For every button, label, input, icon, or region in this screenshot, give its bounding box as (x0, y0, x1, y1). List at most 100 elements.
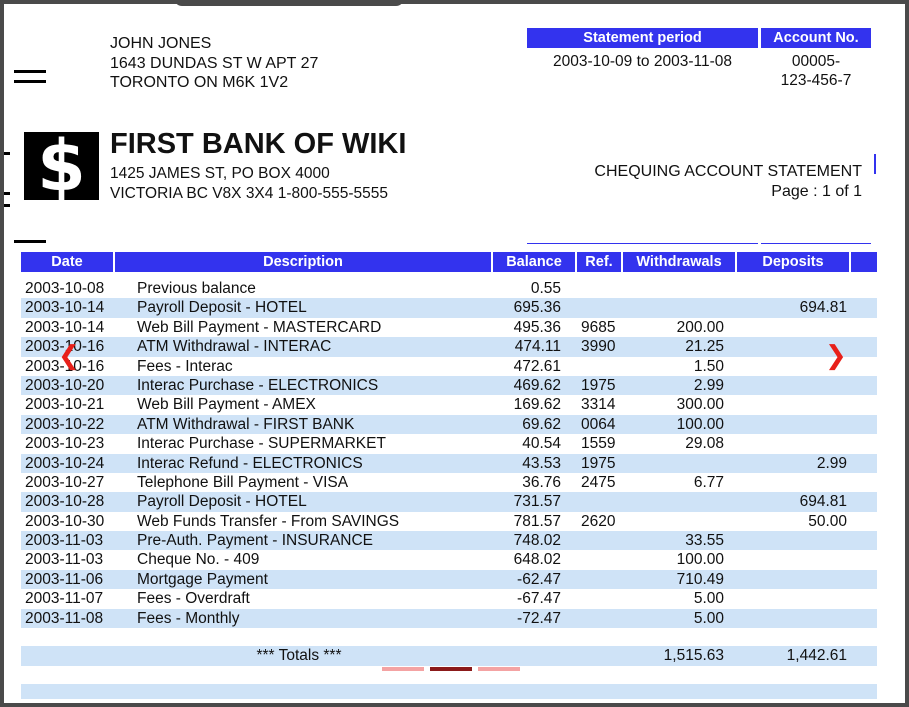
bank-address: 1425 JAMES ST, PO BOX 4000 VICTORIA BC V… (110, 164, 388, 203)
cell-balance: 474.11 (514, 338, 561, 356)
cell-balance: 69.62 (522, 415, 561, 433)
cell-balance: 495.36 (513, 318, 561, 336)
cell-deposits: 2.99 (816, 454, 847, 472)
table-row: 2003-11-03 Cheque No. - 409 648.02 100.00 (21, 550, 877, 569)
chevron-right-icon[interactable]: ❯ (825, 342, 847, 368)
cell-balance: 40.54 (522, 435, 561, 453)
cell-description: Previous balance (137, 280, 256, 297)
totals-deposits: 1,442.61 (786, 647, 847, 664)
page-dot[interactable] (382, 667, 424, 671)
statement-period-header: Statement period (527, 28, 758, 48)
cell-description: Fees - Overdraft (137, 590, 250, 608)
cell-balance: 36.76 (522, 473, 561, 491)
cell-date: 2003-11-06 (25, 570, 104, 588)
cell-balance: 43.53 (522, 454, 561, 472)
cell-withdrawals: 21.25 (685, 338, 724, 356)
cell-balance: 648.02 (513, 551, 561, 569)
totals-withdrawals: 1,515.63 (663, 647, 724, 664)
cell-date: 2003-10-08 (25, 280, 105, 297)
column-header-deposits: Deposits (762, 254, 824, 270)
transactions-table-body: 2003-10-08 Previous balance 0.55 2003-10-14… (21, 279, 877, 629)
cell-date: 2003-10-20 (25, 376, 105, 394)
cell-ref: 1975 (581, 454, 616, 472)
bank-address-line1: 1425 JAMES ST, PO BOX 4000 (110, 165, 330, 182)
cell-description: ATM Withdrawal - INTERAC (137, 338, 332, 356)
cell-description: Payroll Deposit - HOTEL (137, 493, 307, 511)
cell-deposits: 694.81 (799, 299, 847, 317)
cell-date: 2003-10-14 (25, 299, 105, 317)
cell-date: 2003-10-14 (25, 318, 105, 336)
bank-name: FIRST BANK OF WIKI (110, 128, 407, 160)
cell-description: Web Funds Transfer - From SAVINGS (137, 512, 400, 530)
cell-ref: 1559 (581, 435, 616, 453)
customer-city: TORONTO ON M6K 1V2 (110, 74, 289, 91)
page-indicator: Page : 1 of 1 (771, 183, 862, 200)
fold-mark (4, 204, 10, 207)
page-dot[interactable] (430, 667, 472, 671)
table-row: 2003-11-06 Mortgage Payment -62.47 710.49 (21, 569, 877, 590)
table-row: 2003-11-03 Pre-Auth. Payment - INSURANCE 7… (21, 531, 877, 551)
fold-mark (14, 70, 46, 73)
cell-balance: -72.47 (517, 609, 561, 627)
cell-date: 2003-10-28 (25, 493, 105, 511)
table-row: 2003-10-22 ATM Withdrawal - FIRST BANK 69.… (21, 414, 877, 435)
cell-date: 2003-11-08 (25, 609, 104, 627)
table-row: 2003-10-14 Payroll Deposit - HOTEL 695.36 6… (21, 298, 877, 318)
customer-street: 1643 DUNDAS ST W APT 27 (110, 54, 319, 72)
cell-ref: 3990 (581, 338, 616, 356)
cell-withdrawals: 5.00 (693, 609, 724, 627)
cell-date: 2003-10-30 (25, 512, 105, 530)
bank-logo: $ (24, 126, 99, 206)
cell-description: Interac Refund - ELECTRONICS (137, 454, 363, 472)
totals-row: *** Totals *** 1,515.63 1,442.61 (21, 646, 877, 666)
cell-withdrawals: 200.00 (676, 318, 724, 336)
table-row: 2003-10-23 Interac Purchase - SUPERMARKET… (21, 434, 877, 453)
cell-withdrawals: 1.50 (693, 357, 724, 375)
column-header-ref: Ref. (585, 254, 613, 270)
cell-date: 2003-10-24 (25, 454, 105, 472)
table-row: 2003-10-20 Interac Purchase - ELECTRONICS… (21, 375, 877, 396)
cell-description: Fees - Interac (137, 357, 233, 375)
cell-date: 2003-10-22 (25, 415, 105, 433)
cell-ref: 2475 (581, 473, 616, 491)
chevron-left-icon[interactable]: ❮ (58, 342, 80, 368)
table-row: 2003-11-07 Fees - Overdraft -67.47 5.00 (21, 589, 877, 608)
fold-mark (4, 152, 10, 155)
fold-mark (4, 192, 10, 195)
viewer-top-handle (174, 4, 404, 6)
cell-description: Telephone Bill Payment - VISA (137, 473, 349, 491)
page-dot[interactable] (478, 667, 520, 671)
cell-withdrawals: 33.55 (685, 532, 724, 550)
cell-withdrawals: 29.08 (685, 435, 724, 453)
table-row: 2003-10-28 Payroll Deposit - HOTEL 731.57 6… (21, 492, 877, 512)
cell-description: Web Bill Payment - MASTERCARD (137, 318, 382, 336)
fold-mark (14, 240, 46, 243)
header-rule (761, 243, 871, 244)
cell-ref: 2620 (581, 512, 616, 530)
table-row: 2003-10-16 Fees - Interac 472.61 1.50 (21, 357, 877, 376)
customer-name: JOHN JONES (110, 35, 212, 52)
column-header-date: Date (51, 254, 83, 270)
cell-ref: 1975 (581, 376, 616, 394)
cell-balance: 469.62 (513, 376, 561, 394)
cell-balance: 169.62 (513, 396, 561, 414)
cell-balance: 748.02 (513, 532, 561, 550)
table-row: 2003-10-27 Telephone Bill Payment - VISA 3… (21, 473, 877, 492)
cell-withdrawals: 5.00 (693, 590, 724, 608)
cell-description: Interac Purchase - ELECTRONICS (137, 376, 379, 394)
dollar-icon: $ (37, 125, 86, 207)
cell-deposits: 50.00 (808, 512, 847, 530)
customer-address: JOHN JONES 1643 DUNDAS ST W APT 27 TORON… (110, 34, 318, 93)
column-divider (849, 252, 851, 272)
cell-description: Web Bill Payment - AMEX (137, 396, 316, 414)
column-header-withdrawals: Withdrawals (636, 254, 722, 270)
table-row: 2003-10-14 Web Bill Payment - MASTERCARD 4… (21, 318, 877, 337)
cell-balance: -67.47 (517, 590, 561, 608)
cell-date: 2003-11-07 (25, 590, 104, 608)
cell-description: Fees - Monthly (137, 609, 240, 627)
cell-balance: 781.57 (513, 512, 561, 530)
table-row: 2003-11-08 Fees - Monthly -72.47 5.00 (21, 608, 877, 629)
statement-title: CHEQUING ACCOUNT STATEMENT (594, 163, 862, 180)
cell-description: ATM Withdrawal - FIRST BANK (137, 415, 355, 433)
accent-bar (874, 154, 876, 174)
